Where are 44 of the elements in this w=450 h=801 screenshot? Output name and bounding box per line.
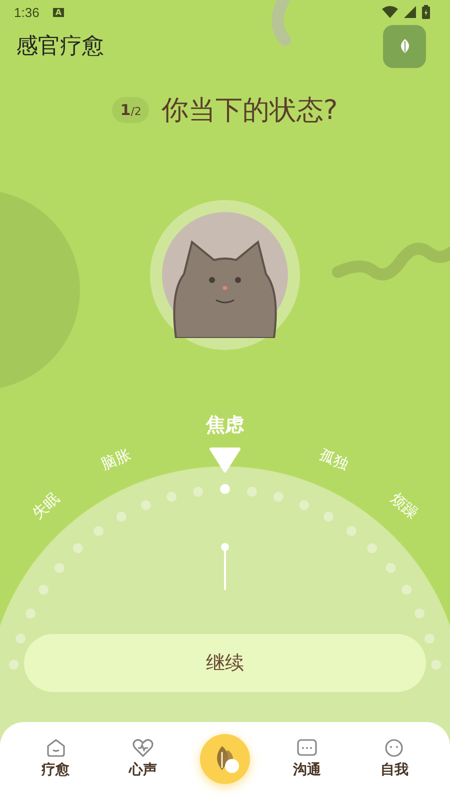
step-total: /2 (130, 105, 142, 118)
status-time: 1:36 (14, 4, 40, 20)
dial-tick (72, 543, 83, 554)
center-button[interactable] (200, 734, 250, 784)
dial-tick (140, 500, 151, 510)
face-icon (383, 738, 406, 758)
dial-tick (424, 634, 434, 644)
dial-tick (54, 562, 64, 573)
dial-tick (402, 584, 412, 595)
app-title: 感官疗愈 (16, 33, 104, 61)
nav-tab[interactable]: 自我 (364, 738, 424, 779)
nav-tab[interactable]: 心声 (112, 738, 173, 779)
dial-tick (38, 584, 48, 595)
dial-tick (414, 608, 425, 618)
selected-tick (220, 484, 230, 494)
status-badge: A (53, 8, 64, 16)
dial-tick (431, 660, 442, 670)
house-face-icon (44, 738, 67, 758)
dial-tick (94, 526, 104, 536)
nav-tab[interactable]: 沟通 (277, 738, 338, 779)
dial-tick (8, 660, 19, 670)
continue-button[interactable]: 继续 (24, 634, 426, 692)
step-current: 1 (120, 101, 131, 119)
question-text: 你当下的状态? (161, 94, 338, 128)
dial-tick (16, 634, 26, 644)
dial-tick (25, 608, 36, 618)
nav-tab[interactable]: 疗愈 (26, 738, 86, 779)
dial-tick (367, 543, 378, 554)
battery-icon (422, 5, 430, 19)
chat-icon (296, 738, 318, 758)
signal-icon (404, 6, 416, 18)
dial-tick (324, 512, 334, 522)
dial-tick (166, 492, 177, 502)
wifi-icon (382, 6, 398, 18)
pointer-icon (210, 448, 240, 472)
dial-tick (116, 512, 126, 522)
dial-tick (273, 492, 284, 502)
dial-tick (346, 526, 356, 536)
heart-icon (132, 738, 154, 758)
dial-tick (386, 562, 396, 573)
dial-tick (246, 486, 257, 497)
leaf-button[interactable] (383, 24, 426, 68)
dial-tick (299, 500, 310, 510)
dial-tick (193, 486, 204, 497)
